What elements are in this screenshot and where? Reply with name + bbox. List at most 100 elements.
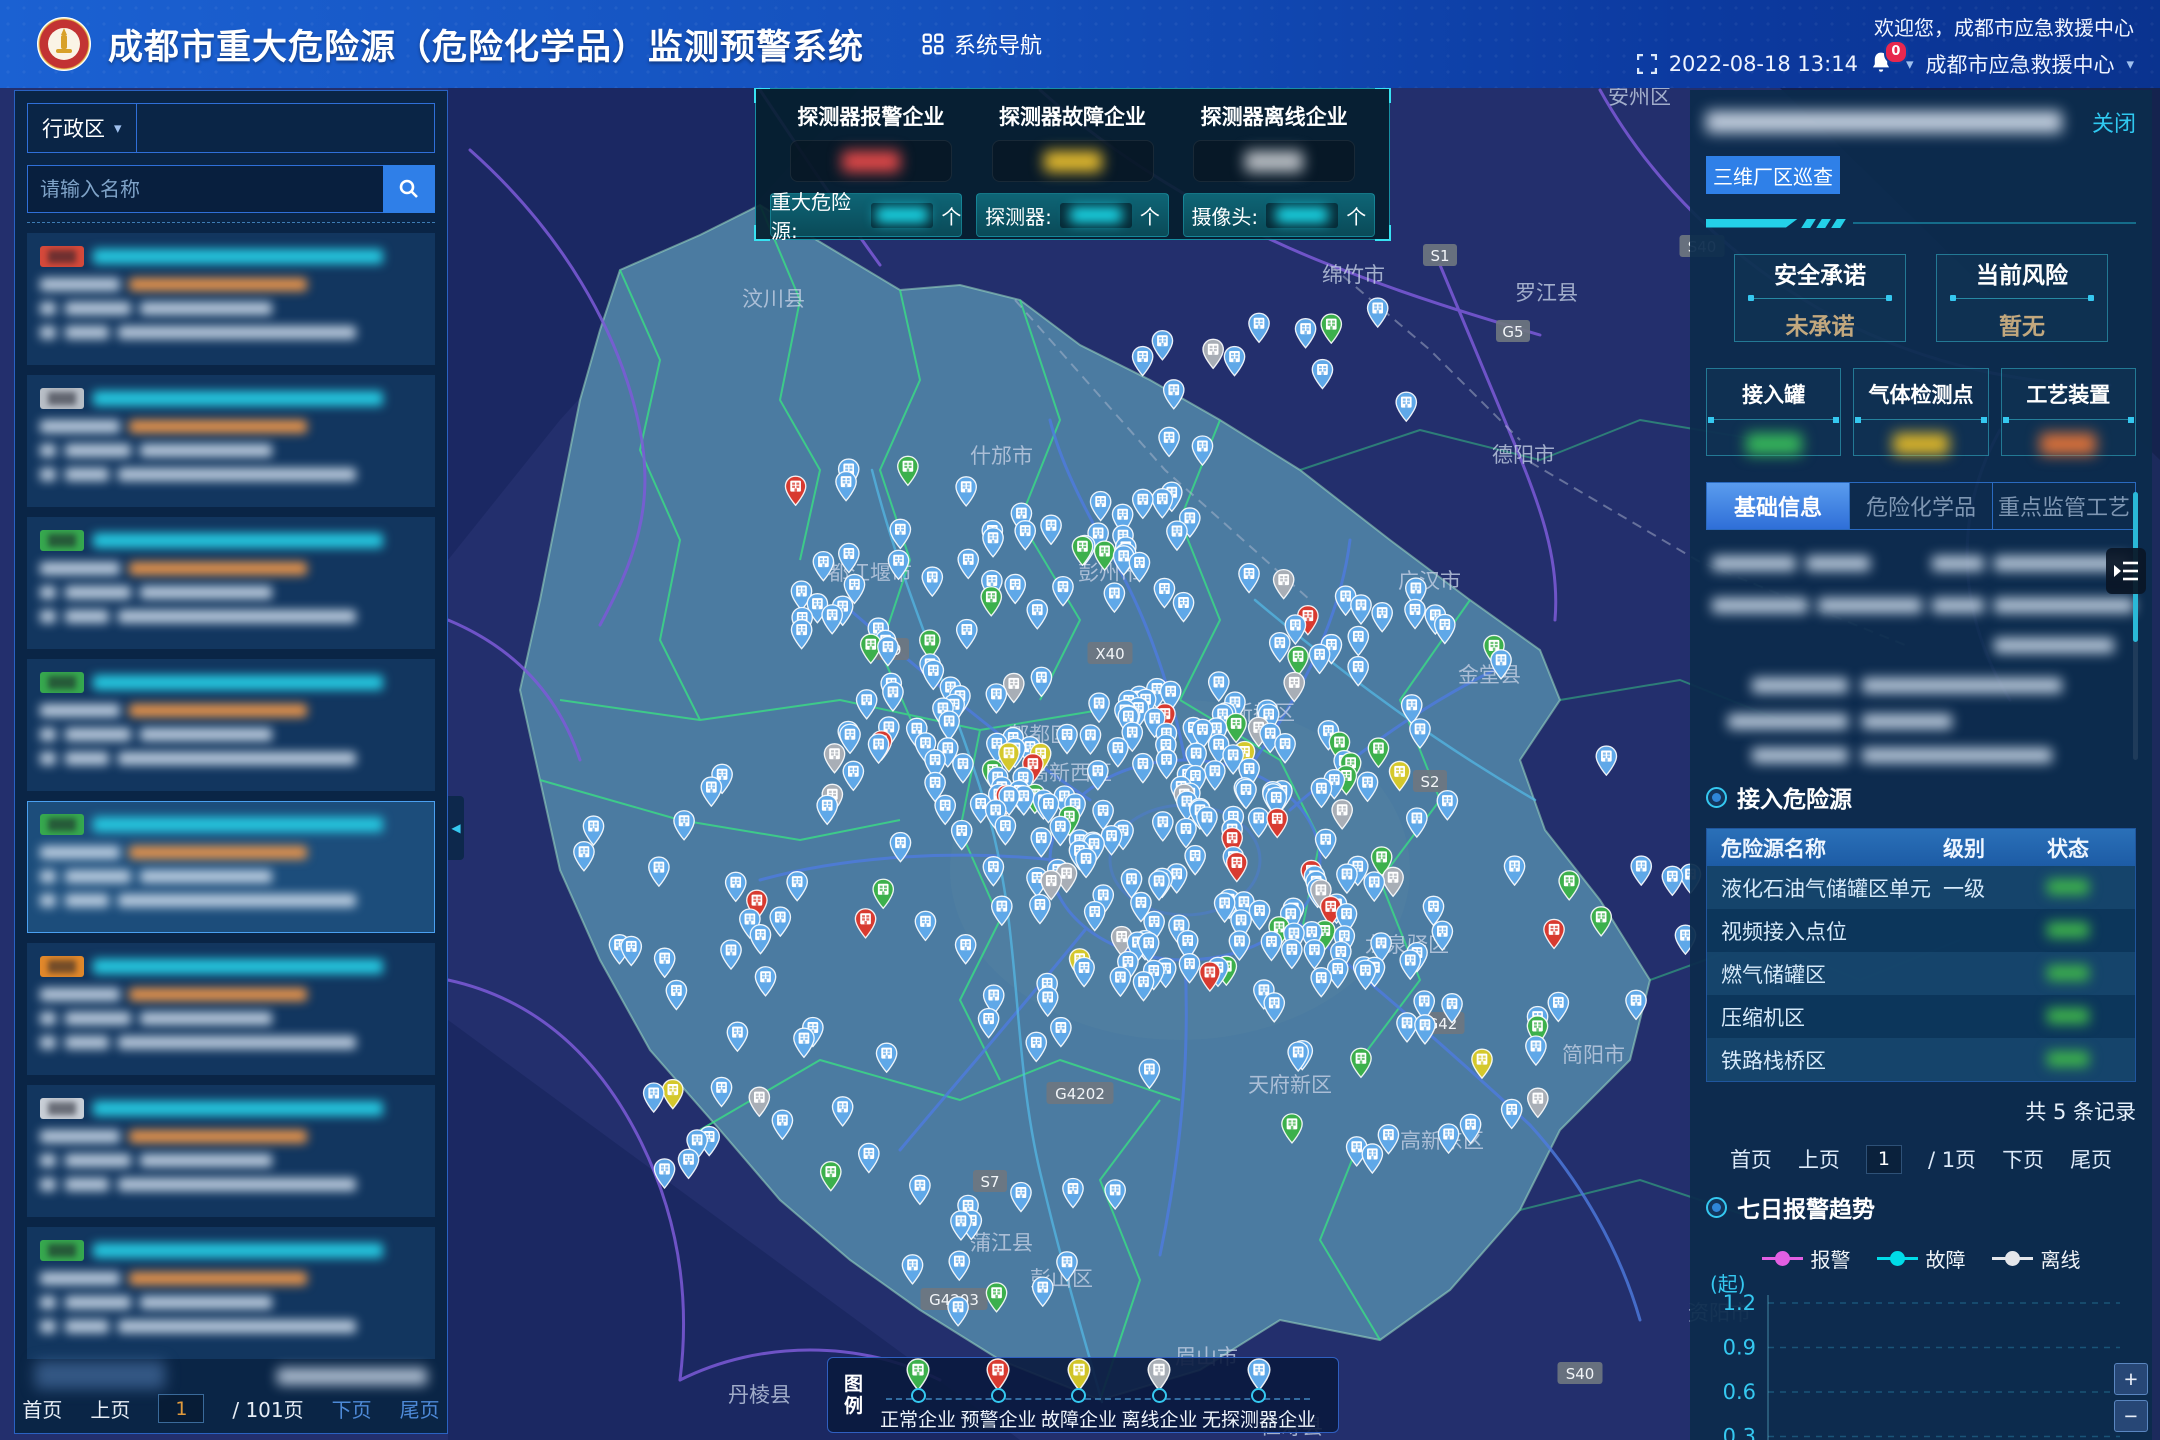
region-filter-label: 行政区 bbox=[42, 113, 105, 143]
legend-item: 故障企业 bbox=[1041, 1358, 1117, 1432]
field-value-blurred bbox=[129, 1130, 307, 1143]
promise-card-label: 当前风险 bbox=[1976, 256, 2068, 290]
map-zoom-controls: + − bbox=[2114, 1363, 2148, 1432]
pagination-next[interactable]: 下页 bbox=[2002, 1144, 2044, 1174]
hazard-status-cell bbox=[2047, 962, 2121, 986]
person-icon bbox=[40, 728, 56, 741]
pagination-first[interactable]: 首页 bbox=[22, 1394, 62, 1423]
city-label: 简阳市 bbox=[1562, 1043, 1625, 1067]
company-title-blurred bbox=[1706, 111, 2062, 133]
map-pin-icon bbox=[1066, 1358, 1092, 1391]
tab-危险化学品[interactable]: 危险化学品 bbox=[1850, 483, 1993, 529]
blurred-text bbox=[118, 894, 356, 907]
status-tag-icon bbox=[40, 1240, 84, 1261]
legend-node-icon bbox=[911, 1388, 926, 1403]
legend-item-label: 预警企业 bbox=[960, 1405, 1036, 1432]
pagination-prev[interactable]: 上页 bbox=[1798, 1144, 1840, 1174]
app-root: 安州区绵竹市罗江县什邡市德阳市广汉市汶川县都江堰市彭州市金堂县新都区郫都区高新西… bbox=[0, 0, 2160, 1440]
company-card[interactable] bbox=[27, 1085, 435, 1217]
tab-重点监管工艺[interactable]: 重点监管工艺 bbox=[1993, 483, 2135, 529]
city-label: 天府新区 bbox=[1248, 1073, 1332, 1097]
chart-legend-item[interactable]: 离线 bbox=[1992, 1244, 2081, 1273]
city-label: 安州区 bbox=[1608, 88, 1671, 109]
field-label-blurred bbox=[40, 562, 120, 575]
company-name-blurred bbox=[93, 1101, 383, 1116]
field-label-blurred bbox=[40, 278, 120, 291]
section-bullet-icon bbox=[1706, 1197, 1727, 1218]
3d-patrol-button[interactable]: 三维厂区巡查 bbox=[1706, 156, 1840, 194]
pagination-prev[interactable]: 上页 bbox=[90, 1394, 130, 1423]
counter-label: 探测器: bbox=[985, 201, 1052, 230]
pagination-page-input[interactable]: 1 bbox=[1866, 1145, 1902, 1174]
hazard-name-cell: 液化石油气储罐区单元 bbox=[1721, 873, 1943, 903]
fullscreen-icon[interactable] bbox=[1637, 54, 1657, 74]
blurred-text bbox=[140, 586, 272, 599]
company-card[interactable] bbox=[27, 1227, 435, 1359]
region-filter-value[interactable] bbox=[137, 104, 434, 152]
device-stat-value-blurred bbox=[1746, 433, 1802, 455]
notification-bell-icon[interactable]: 0 bbox=[1870, 51, 1894, 77]
tab-基础信息[interactable]: 基础信息 bbox=[1707, 483, 1850, 529]
company-card[interactable] bbox=[27, 233, 435, 365]
org-dropdown[interactable]: 成都市应急救援中心 bbox=[1925, 49, 2114, 79]
detector-stat-value-blurred bbox=[992, 140, 1154, 182]
svg-text:S7: S7 bbox=[980, 1173, 999, 1191]
search-button[interactable] bbox=[383, 165, 435, 213]
table-row[interactable]: 压缩机区 bbox=[1707, 995, 2135, 1038]
company-name-blurred bbox=[93, 675, 383, 690]
blurred-text bbox=[140, 728, 272, 741]
company-card[interactable] bbox=[27, 375, 435, 507]
counter-label: 重大危险源: bbox=[771, 186, 863, 244]
table-row[interactable]: 液化石油气储罐区单元一级 bbox=[1707, 866, 2135, 909]
company-card[interactable] bbox=[27, 801, 435, 933]
indent-menu-icon bbox=[2113, 559, 2139, 583]
promise-card-value: 暂无 bbox=[1999, 307, 2045, 341]
search-input[interactable] bbox=[27, 165, 383, 213]
promise-card-label: 安全承诺 bbox=[1774, 256, 1866, 290]
chart-legend-item[interactable]: 报警 bbox=[1762, 1244, 1851, 1273]
sidebar-collapse-handle[interactable]: ◀ bbox=[448, 796, 464, 860]
city-label: 金堂县 bbox=[1458, 663, 1521, 687]
map-zoom-out-button[interactable]: − bbox=[2114, 1400, 2148, 1432]
app-header: 成都市重大危险源（危险化学品）监测预警系统 系统导航 欢迎您，成都市应急救援中心… bbox=[0, 0, 2160, 88]
company-list bbox=[27, 233, 435, 1359]
status-tag-icon bbox=[40, 388, 84, 409]
close-button[interactable]: 关闭 bbox=[2092, 106, 2136, 138]
hazard-name-cell: 视频接入点位 bbox=[1721, 916, 1943, 946]
panel-slide-handle[interactable] bbox=[2106, 548, 2146, 594]
legend-item-label: 离线企业 bbox=[1121, 1405, 1197, 1432]
system-nav-button[interactable]: 系统导航 bbox=[922, 28, 1042, 60]
section-bullet-icon bbox=[1706, 787, 1727, 808]
device-stat-label: 气体检测点 bbox=[1854, 379, 1987, 409]
record-count-text: 共 5 条记录 bbox=[1706, 1096, 2136, 1126]
company-card[interactable] bbox=[27, 517, 435, 649]
welcome-text: 欢迎您，成都市应急救援中心 bbox=[1874, 12, 2134, 41]
map-zoom-in-button[interactable]: + bbox=[2114, 1363, 2148, 1395]
table-header-cell: 状态 bbox=[2047, 833, 2121, 863]
caret-down-icon[interactable]: ▾ bbox=[2126, 55, 2134, 73]
pagination-next[interactable]: 下页 bbox=[332, 1394, 372, 1423]
pagination-first[interactable]: 首页 bbox=[1730, 1144, 1772, 1174]
device-stat-value-blurred bbox=[1893, 433, 1949, 455]
detector-stat-group: 探测器故障企业 bbox=[972, 101, 1174, 182]
device-stat-card: 工艺装置 bbox=[2001, 368, 2136, 456]
table-row[interactable]: 视频接入点位 bbox=[1707, 909, 2135, 952]
company-card[interactable] bbox=[27, 943, 435, 1075]
blurred-text bbox=[65, 1154, 131, 1167]
blurred-text bbox=[65, 444, 131, 457]
legend-item-label: 故障企业 bbox=[1041, 1405, 1117, 1432]
pagination-last[interactable]: 尾页 bbox=[400, 1394, 440, 1423]
hazard-name-cell: 燃气储罐区 bbox=[1721, 959, 1943, 989]
table-row[interactable]: 燃气储罐区 bbox=[1707, 952, 2135, 995]
table-row[interactable]: 铁路栈桥区 bbox=[1707, 1038, 2135, 1081]
company-card[interactable] bbox=[27, 659, 435, 791]
pagination-page-input[interactable]: 1 bbox=[158, 1394, 204, 1423]
company-name-blurred bbox=[93, 533, 383, 548]
region-filter[interactable]: 行政区 ▾ bbox=[27, 103, 435, 153]
chart-legend-item[interactable]: 故障 bbox=[1877, 1244, 1966, 1273]
svg-text:S2: S2 bbox=[1420, 773, 1439, 791]
pagination-last[interactable]: 尾页 bbox=[2070, 1144, 2112, 1174]
device-stat-label: 接入罐 bbox=[1707, 379, 1840, 409]
location-icon bbox=[40, 894, 56, 907]
counter-box: 重大危险源:个 bbox=[770, 193, 962, 237]
